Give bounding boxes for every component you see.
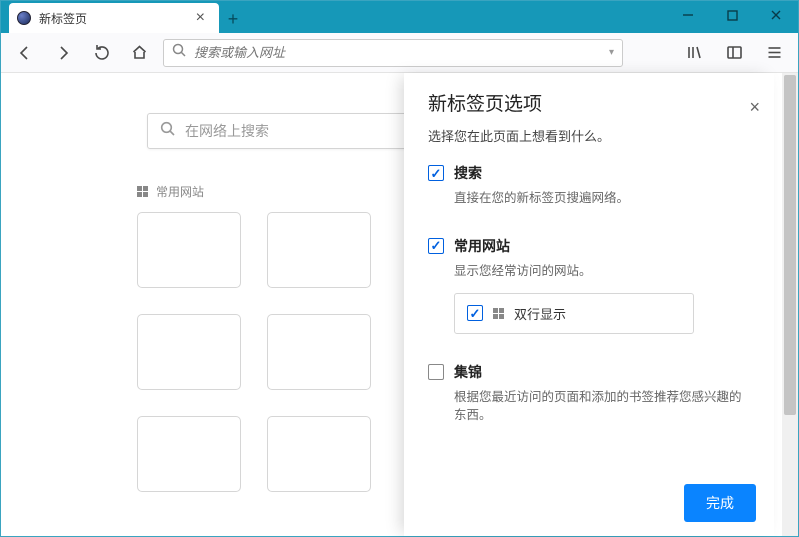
option-search: 搜索 直接在您的新标签页搜遍网络。 [428, 163, 750, 208]
content-area: 在网络上搜索 常用网站 新标签页选项 × 选择您在此页面上想看到什么。 [1, 73, 798, 536]
browser-tab[interactable]: 新标签页 × [9, 3, 219, 33]
new-tab-button[interactable]: + [219, 5, 247, 33]
maximize-button[interactable] [710, 1, 754, 29]
topsites-label: 常用网站 [156, 183, 204, 200]
toolbar: ▾ [1, 33, 798, 73]
grid-icon [493, 308, 504, 319]
option-rows: 双行显示 [454, 293, 694, 334]
done-button[interactable]: 完成 [684, 484, 756, 522]
checkbox-topsites[interactable] [428, 238, 444, 254]
option-label: 搜索 [454, 163, 482, 183]
option-desc: 根据您最近访问的页面和添加的书签推荐您感兴趣的东西。 [454, 388, 750, 426]
address-bar[interactable]: ▾ [163, 39, 623, 67]
close-icon[interactable]: × [749, 97, 760, 118]
window-close-button[interactable] [754, 1, 798, 29]
tab-title: 新标签页 [39, 10, 192, 27]
back-button[interactable] [11, 39, 39, 67]
globe-icon [17, 11, 31, 25]
topsite-tile[interactable] [267, 314, 371, 390]
scrollbar-thumb[interactable] [784, 75, 796, 415]
menu-button[interactable] [760, 39, 788, 67]
search-icon [172, 43, 186, 62]
options-title: 新标签页选项 [428, 89, 756, 116]
option-desc: 显示您经常访问的网站。 [454, 262, 750, 281]
checkbox-two-rows[interactable] [467, 305, 483, 321]
address-input[interactable] [194, 45, 609, 60]
vertical-scrollbar[interactable] [782, 73, 798, 536]
chevron-down-icon[interactable]: ▾ [609, 47, 614, 58]
options-subtitle: 选择您在此页面上想看到什么。 [428, 126, 756, 145]
rows-label: 双行显示 [514, 304, 566, 323]
topsite-tile[interactable] [137, 212, 241, 288]
tab-strip: 新标签页 × + [1, 3, 247, 33]
option-desc: 直接在您的新标签页搜遍网络。 [454, 189, 750, 208]
search-placeholder: 在网络上搜索 [185, 121, 269, 141]
option-topsites: 常用网站 显示您经常访问的网站。 双行显示 [428, 236, 750, 334]
titlebar: 新标签页 × + [1, 1, 798, 33]
topsite-tile[interactable] [137, 416, 241, 492]
search-icon [160, 121, 175, 141]
newtab-options-panel: 新标签页选项 × 选择您在此页面上想看到什么。 搜索 直接在您的新标签页搜遍网络… [404, 73, 774, 536]
reload-button[interactable] [87, 39, 115, 67]
option-label: 常用网站 [454, 236, 510, 256]
library-button[interactable] [680, 39, 708, 67]
minimize-button[interactable] [666, 1, 710, 29]
close-icon[interactable]: × [192, 8, 209, 28]
topsite-tile[interactable] [137, 314, 241, 390]
checkbox-search[interactable] [428, 165, 444, 181]
option-label: 集锦 [454, 362, 482, 382]
forward-button[interactable] [49, 39, 77, 67]
checkbox-highlights[interactable] [428, 364, 444, 380]
topsite-tile[interactable] [267, 212, 371, 288]
grid-icon [137, 186, 148, 197]
option-highlights: 集锦 根据您最近访问的页面和添加的书签推荐您感兴趣的东西。 [428, 362, 750, 426]
topsite-tile[interactable] [267, 416, 371, 492]
sidebar-button[interactable] [720, 39, 748, 67]
home-button[interactable] [125, 39, 153, 67]
window-controls [666, 1, 798, 29]
